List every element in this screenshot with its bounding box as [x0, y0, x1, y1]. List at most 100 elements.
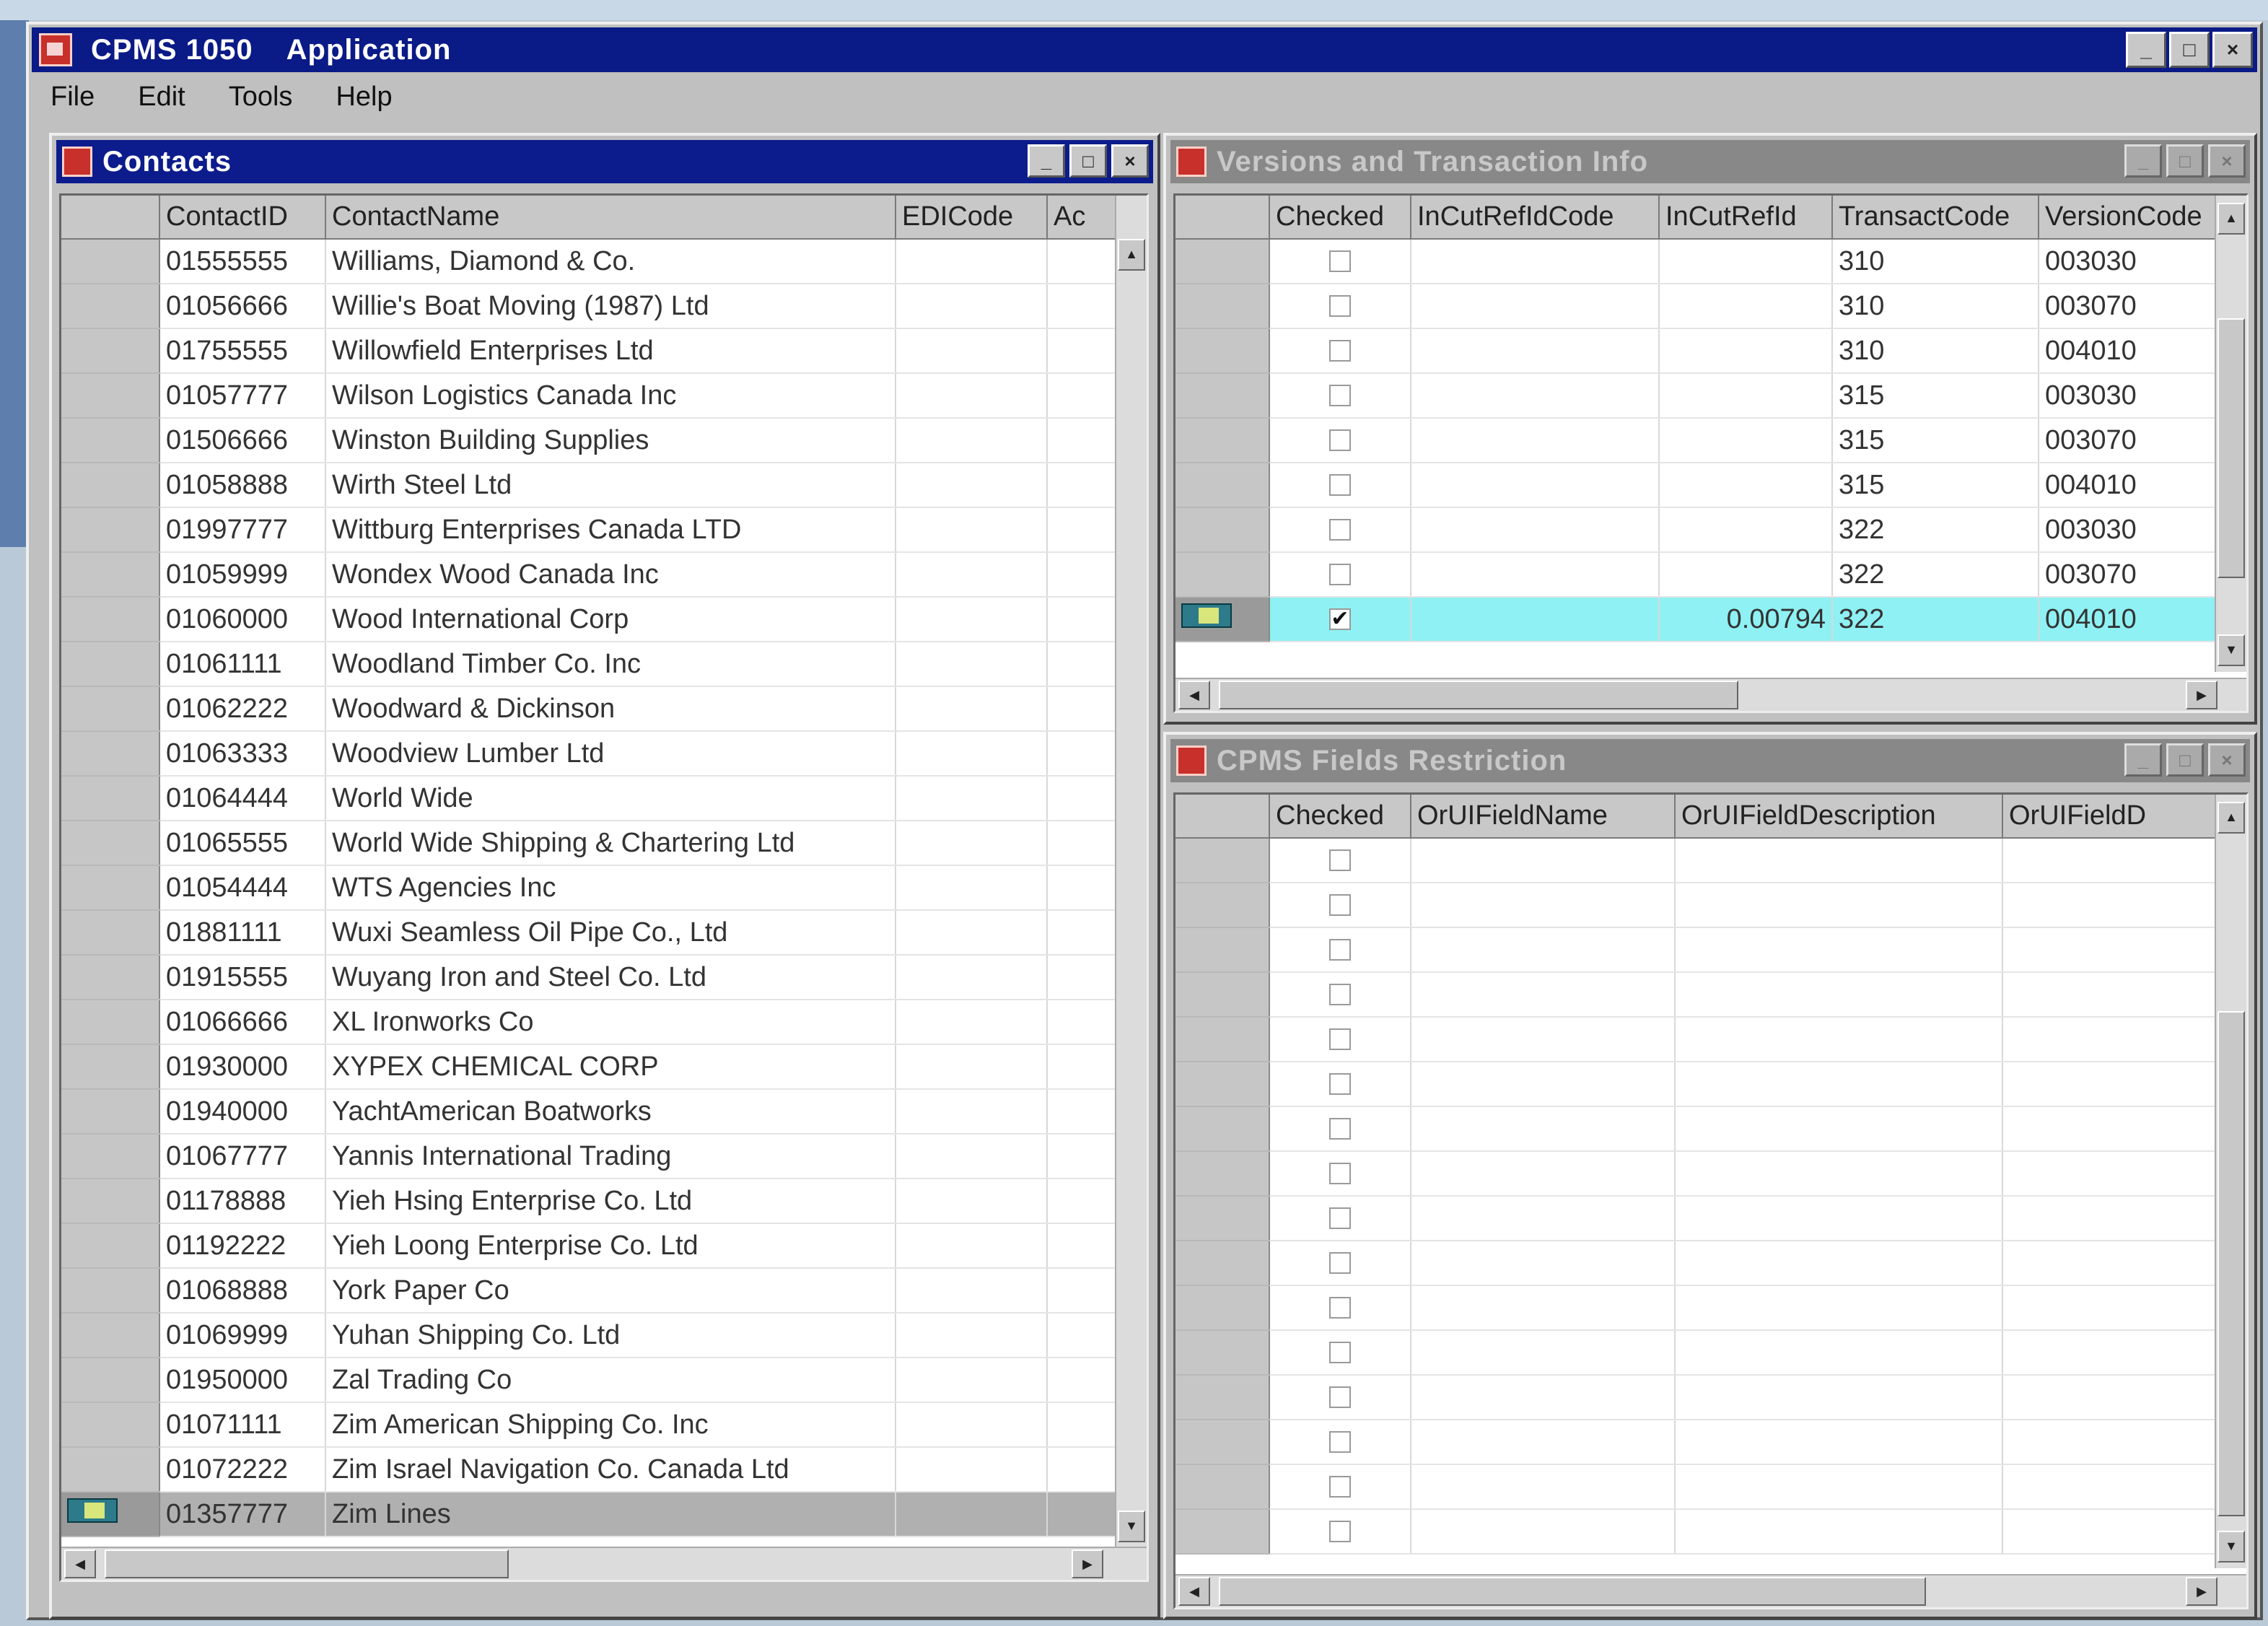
contacts-title-bar[interactable]: Contacts _ □ × — [56, 140, 1153, 183]
ac-cell[interactable] — [1047, 552, 1120, 598]
ref-id-cell[interactable] — [1659, 418, 1833, 463]
scroll-thumb[interactable] — [1219, 1577, 1926, 1606]
row-header[interactable] — [61, 507, 160, 553]
edi-code-cell[interactable] — [896, 1447, 1048, 1492]
ref-id-code-cell[interactable] — [1411, 597, 1660, 642]
row-header[interactable] — [61, 1044, 160, 1090]
checkbox[interactable] — [1329, 849, 1351, 871]
row-header[interactable] — [1175, 1196, 1270, 1241]
minimize-icon[interactable]: _ — [2124, 743, 2162, 777]
checked-cell[interactable] — [1269, 1285, 1411, 1331]
contact-name-cell[interactable]: Yuhan Shipping Co. Ltd — [325, 1313, 896, 1358]
table-row[interactable] — [1175, 1509, 2220, 1555]
column-header-edicode[interactable]: EDICode — [896, 196, 1048, 240]
contact-id-cell[interactable]: 01506666 — [159, 418, 326, 463]
contact-id-cell[interactable]: 01357777 — [159, 1492, 326, 1537]
table-row[interactable]: 01555555 Williams, Diamond & Co. — [61, 239, 1120, 284]
row-header[interactable] — [61, 776, 160, 821]
edi-code-cell[interactable] — [896, 1223, 1048, 1269]
contact-id-cell[interactable]: 01056666 — [159, 284, 326, 329]
maximize-icon[interactable]: □ — [2166, 743, 2204, 777]
contact-id-cell[interactable]: 01881111 — [159, 910, 326, 956]
table-row[interactable]: 322 003070 — [1175, 552, 2220, 598]
table-row[interactable]: ✔ 0.00794 322 004010 — [1175, 597, 2220, 642]
ref-id-cell[interactable] — [1659, 463, 1833, 508]
field-description-cell[interactable] — [1675, 838, 2003, 883]
checked-cell[interactable] — [1269, 507, 1411, 553]
contact-id-cell[interactable]: 01071111 — [159, 1402, 326, 1448]
field-name-cell[interactable] — [1411, 927, 1676, 973]
ac-cell[interactable] — [1047, 284, 1120, 329]
contact-id-cell[interactable]: 01059999 — [159, 552, 326, 598]
column-header-versioncode[interactable]: VersionCode — [2039, 196, 2220, 240]
version-code-cell[interactable]: 003070 — [2039, 552, 2220, 598]
row-header[interactable] — [1175, 927, 1270, 973]
table-row[interactable] — [1175, 972, 2220, 1018]
edi-code-cell[interactable] — [896, 1134, 1048, 1179]
contact-id-cell[interactable]: 01069999 — [159, 1313, 326, 1358]
contact-name-cell[interactable]: Williams, Diamond & Co. — [325, 239, 896, 284]
field-d-cell[interactable] — [2002, 1241, 2220, 1286]
row-header[interactable] — [61, 463, 160, 508]
table-row[interactable]: 01054444 WTS Agencies Inc — [61, 865, 1120, 911]
table-row[interactable]: 01062222 Woodward & Dickinson — [61, 686, 1120, 732]
contact-id-cell[interactable]: 01061111 — [159, 642, 326, 687]
table-row[interactable]: 01068888 York Paper Co — [61, 1268, 1120, 1314]
row-header[interactable] — [1175, 284, 1270, 329]
edi-code-cell[interactable] — [896, 865, 1048, 911]
field-name-cell[interactable] — [1411, 1420, 1676, 1465]
field-d-cell[interactable] — [2002, 1420, 2220, 1465]
transact-code-cell[interactable]: 310 — [1832, 328, 2039, 374]
row-header[interactable] — [1175, 373, 1270, 419]
fields-title-bar[interactable]: CPMS Fields Restriction _ □ × — [1170, 739, 2250, 782]
checkbox[interactable] — [1329, 519, 1351, 541]
checked-cell[interactable] — [1269, 883, 1411, 928]
table-row[interactable]: 315 003070 — [1175, 418, 2220, 463]
table-row[interactable] — [1175, 1017, 2220, 1062]
row-header[interactable] — [1175, 972, 1270, 1018]
row-header[interactable] — [1175, 1106, 1270, 1152]
row-header[interactable] — [1175, 1241, 1270, 1286]
scroll-left-icon[interactable]: ◀ — [1178, 1577, 1210, 1606]
column-header-contactname[interactable]: ContactName — [325, 196, 896, 240]
menu-file[interactable]: File — [51, 82, 95, 113]
field-name-cell[interactable] — [1411, 838, 1676, 883]
contact-id-cell[interactable]: 01915555 — [159, 955, 326, 1000]
row-header[interactable] — [61, 284, 160, 329]
contact-id-cell[interactable]: 01555555 — [159, 239, 326, 284]
edi-code-cell[interactable] — [896, 776, 1048, 821]
contact-name-cell[interactable]: XL Ironworks Co — [325, 1000, 896, 1045]
contacts-horizontal-scrollbar[interactable]: ◀ ▶ — [61, 1547, 1147, 1580]
checked-cell[interactable] — [1269, 1375, 1411, 1420]
contact-name-cell[interactable]: Winston Building Supplies — [325, 418, 896, 463]
checkbox[interactable] — [1329, 1342, 1351, 1363]
contact-id-cell[interactable]: 01065555 — [159, 821, 326, 866]
row-header[interactable] — [1175, 1017, 1270, 1062]
checked-cell[interactable] — [1269, 838, 1411, 883]
contact-id-cell[interactable]: 01063333 — [159, 731, 326, 777]
checked-cell[interactable] — [1269, 972, 1411, 1018]
contact-name-cell[interactable]: Zim American Shipping Co. Inc — [325, 1402, 896, 1448]
table-row[interactable] — [1175, 1196, 2220, 1241]
checked-cell[interactable] — [1269, 1151, 1411, 1197]
ac-cell[interactable] — [1047, 1492, 1120, 1537]
field-name-cell[interactable] — [1411, 1196, 1676, 1241]
ac-cell[interactable] — [1047, 418, 1120, 463]
ac-cell[interactable] — [1047, 1223, 1120, 1269]
row-header[interactable] — [61, 1089, 160, 1135]
contact-name-cell[interactable]: Woodview Lumber Ltd — [325, 731, 896, 777]
edi-code-cell[interactable] — [896, 418, 1048, 463]
checkbox[interactable] — [1329, 1386, 1351, 1408]
row-header[interactable] — [1175, 597, 1270, 642]
field-d-cell[interactable] — [2002, 1509, 2220, 1555]
field-description-cell[interactable] — [1675, 927, 2003, 973]
scroll-right-icon[interactable]: ▶ — [2186, 681, 2217, 709]
ref-id-code-cell[interactable] — [1411, 418, 1660, 463]
edi-code-cell[interactable] — [896, 1358, 1048, 1403]
field-name-cell[interactable] — [1411, 1509, 1676, 1555]
checkbox[interactable] — [1329, 894, 1351, 916]
ref-id-code-cell[interactable] — [1411, 328, 1660, 374]
edi-code-cell[interactable] — [896, 284, 1048, 329]
checked-cell[interactable] — [1269, 1509, 1411, 1555]
column-header-fieldd[interactable]: OrUIFieldD — [2002, 795, 2220, 839]
